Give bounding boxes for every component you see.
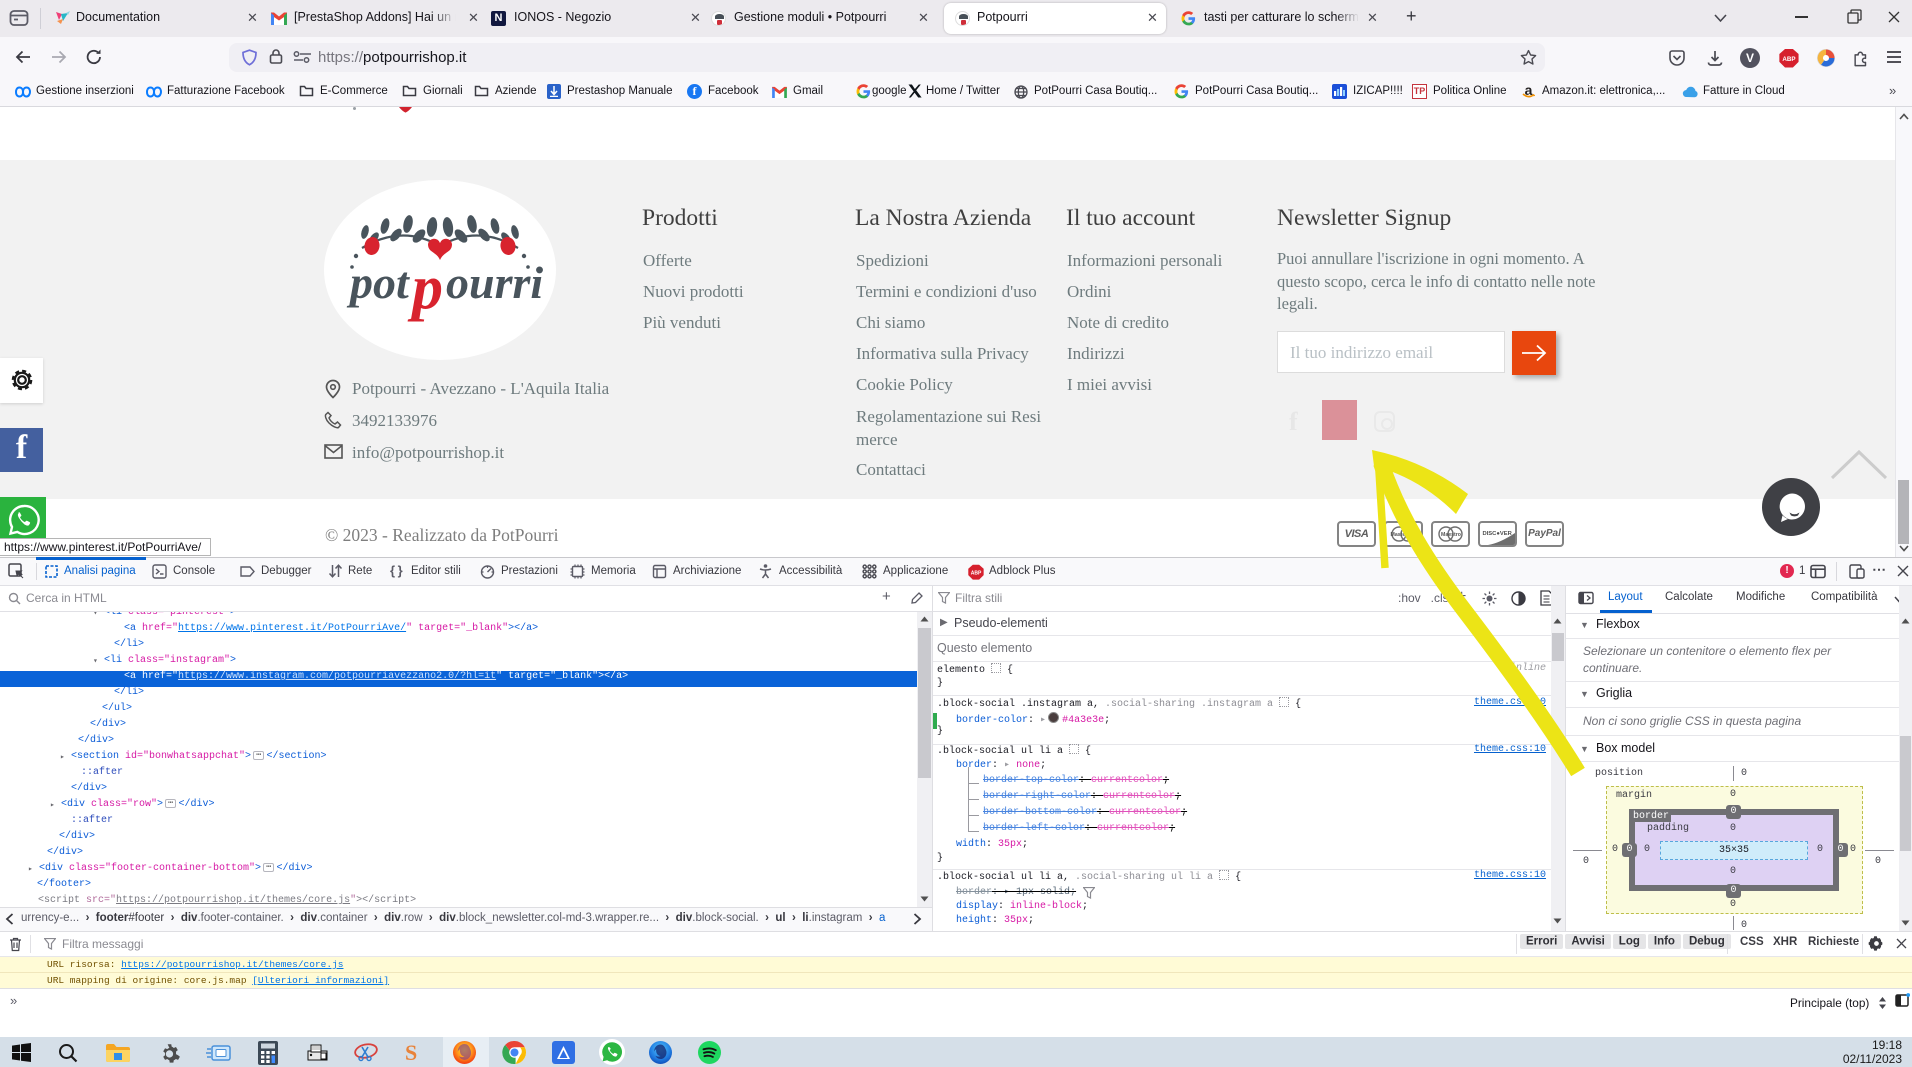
svg-text:Maestro: Maestro	[1441, 532, 1461, 538]
svg-text:ourri: ourri	[446, 257, 543, 308]
svg-text:ABP: ABP	[1782, 56, 1795, 63]
svg-text:MasterCard: MasterCard	[1391, 532, 1420, 538]
svg-text:p: p	[407, 254, 443, 322]
svg-text:ABP: ABP	[971, 571, 982, 577]
svg-text:pot: pot	[346, 257, 410, 308]
svg-text:DISC●VER: DISC●VER	[1483, 531, 1513, 537]
